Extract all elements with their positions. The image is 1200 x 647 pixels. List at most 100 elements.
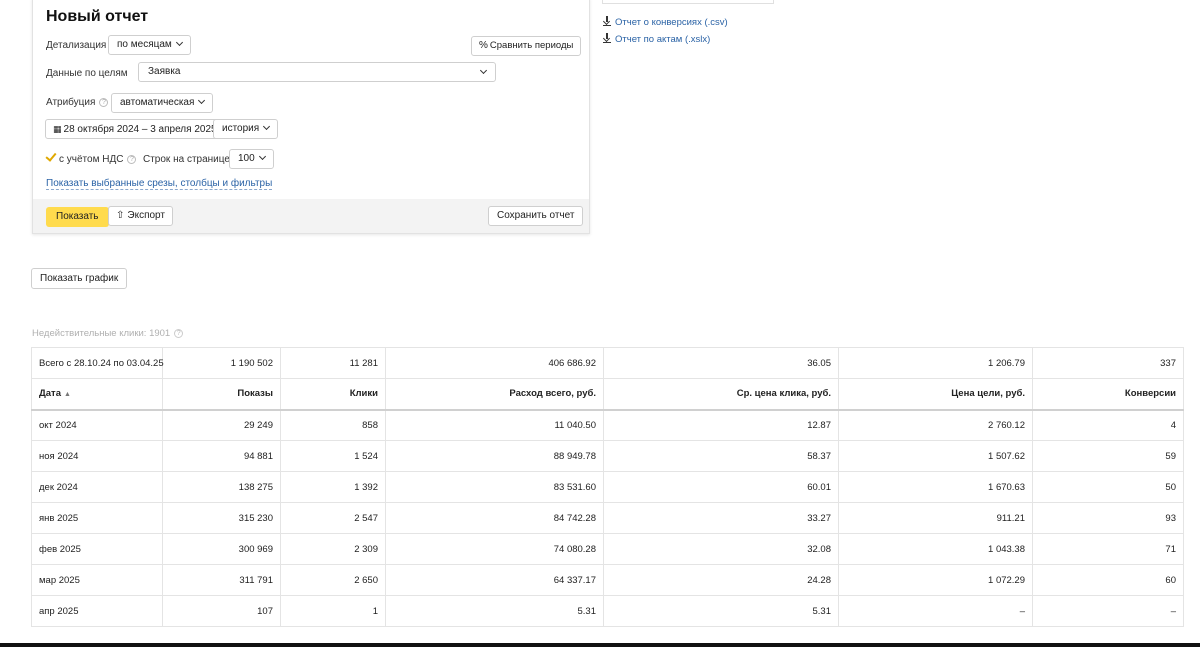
question-circle-icon[interactable]: ? — [127, 155, 137, 164]
table-cell[interactable]: Цена цели, руб. — [838, 378, 1033, 411]
table-cell: апр 2025 — [31, 595, 163, 627]
rows-per-page-value: 100 — [238, 153, 255, 164]
goals-select[interactable]: Заявка — [138, 62, 496, 82]
table-cell: 406 686.92 — [385, 347, 604, 379]
download-conversions-csv[interactable]: Отчет о конверсиях (.csv) — [603, 16, 728, 28]
table-cell: 2 547 — [280, 502, 386, 534]
table-cell: 5.31 — [603, 595, 839, 627]
table-row: мар 2025 311 791 2 650 64 337.17 24.28 1 072.… — [31, 564, 1184, 596]
table-cell: 64 337.17 — [385, 564, 604, 596]
vat-label-text: с учётом НДС — [59, 154, 124, 165]
rows-per-page-label: Строк на странице — [143, 154, 230, 165]
show-button[interactable]: Показать — [46, 207, 109, 227]
compare-periods-label: Сравнить периоды — [489, 40, 574, 51]
table-cell: 33.27 — [603, 502, 839, 534]
attribution-select-value: автоматическая — [120, 97, 195, 108]
table-cell: 11 040.50 — [385, 409, 604, 441]
table-cell: 1 — [280, 595, 386, 627]
table-row: фев 2025 300 969 2 309 74 080.28 32.08 1 043.… — [31, 533, 1184, 565]
table-cell[interactable]: Клики — [280, 378, 386, 411]
table-cell: 93 — [1032, 502, 1184, 534]
attribution-select[interactable]: автоматическая — [111, 93, 214, 113]
table-cell: Всего с 28.10.24 по 03.04.25 — [31, 347, 164, 379]
totals-row: Всего с 28.10.24 по 03.04.25 1 190 502 11 … — [31, 347, 1184, 379]
table-cell: 12.87 — [603, 409, 839, 441]
chevron-down-icon — [479, 66, 488, 75]
table-cell: 337 — [1032, 347, 1184, 379]
table-cell: 29 249 — [162, 409, 281, 441]
vat-label: с учётом НДС? — [59, 154, 137, 165]
question-circle-icon[interactable]: ? — [174, 329, 184, 338]
table-cell: 311 791 — [162, 564, 281, 596]
date-range-picker[interactable]: ▦ 28 октября 2024 – 3 апреля 2025 — [45, 119, 225, 139]
table-cell: 138 275 — [162, 471, 281, 503]
table-cell: 83 531.60 — [385, 471, 604, 503]
compare-icon: % — [479, 40, 488, 51]
table-cell: 2 309 — [280, 533, 386, 565]
table-cell: 5.31 — [385, 595, 604, 627]
chevron-down-icon — [175, 38, 183, 47]
table-row: ноя 2024 94 881 1 524 88 949.78 58.37 1 507.6… — [31, 440, 1184, 472]
table-cell: – — [1032, 595, 1184, 627]
table-cell: 300 969 — [162, 533, 281, 565]
attribution-label: Атрибуция? — [46, 97, 109, 108]
table-cell: 911.21 — [838, 502, 1033, 534]
table-cell: 315 230 — [162, 502, 281, 534]
table-cell[interactable]: Расход всего, руб. — [385, 378, 604, 411]
bottom-edge — [0, 643, 1200, 647]
chevron-down-icon — [258, 152, 266, 161]
save-report-button[interactable]: Сохранить отчет — [488, 206, 584, 226]
table-row: янв 2025 315 230 2 547 84 742.28 33.27 911.21… — [31, 502, 1184, 534]
table-cell: 858 — [280, 409, 386, 441]
table-cell[interactable]: Конверсии — [1032, 378, 1184, 411]
export-button[interactable]: ⇧ Экспорт — [108, 206, 173, 226]
table-cell: 4 — [1032, 409, 1184, 441]
download-conversions-label: Отчет о конверсиях (.csv) — [615, 17, 728, 28]
table-cell[interactable]: Показы — [162, 378, 281, 411]
sort-ascending-icon: ▲ — [64, 391, 71, 399]
table-cell: 1 072.29 — [838, 564, 1033, 596]
download-icon — [603, 33, 611, 43]
invalid-clicks-text: Недействительные клики: 1901 — [32, 328, 171, 339]
detail-select[interactable]: по месяцам — [108, 35, 191, 55]
table-cell: 1 190 502 — [162, 347, 281, 379]
table-cell: янв 2025 — [31, 502, 163, 534]
table-row: апр 2025 107 1 5.31 5.31– – — [31, 595, 1184, 627]
download-acts-xlsx[interactable]: Отчет по актам (.xslx) — [603, 33, 710, 45]
table-cell[interactable]: Дата ▲ — [31, 378, 163, 411]
history-select[interactable]: история — [213, 119, 279, 139]
table-cell: 2 760.12 — [838, 409, 1033, 441]
table-cell: 50 — [1032, 471, 1184, 503]
show-filters-link[interactable]: Показать выбранные срезы, столбцы и филь… — [46, 178, 273, 190]
table-cell: 2 650 — [280, 564, 386, 596]
table-cell: 32.08 — [603, 533, 839, 565]
table-cell: 36.05 — [603, 347, 839, 379]
table-cell: 58.37 — [603, 440, 839, 472]
table-row: окт 2024 29 249 858 11 040.50 12.87 2 760.12 4 — [31, 409, 1184, 441]
compare-periods-button[interactable]: % Сравнить периоды — [471, 36, 582, 56]
question-circle-icon[interactable]: ? — [99, 98, 109, 107]
table-cell: 1 043.38 — [838, 533, 1033, 565]
table-cell: ноя 2024 — [31, 440, 163, 472]
table-cell: 60 — [1032, 564, 1184, 596]
rows-per-page-select[interactable]: 100 — [229, 149, 274, 169]
download-acts-label: Отчет по актам (.xslx) — [615, 34, 711, 45]
table-cell: 107 — [162, 595, 281, 627]
chevron-down-icon — [198, 96, 206, 105]
panel-footer: Показать ⇧ Экспорт Сохранить отчет — [33, 199, 589, 233]
vat-checkbox[interactable] — [46, 152, 56, 162]
page-title: Новый отчет — [46, 8, 149, 25]
chevron-down-icon — [263, 122, 271, 131]
calendar-icon: ▦ — [53, 124, 62, 134]
table-cell: 11 281 — [280, 347, 386, 379]
table-cell: мар 2025 — [31, 564, 163, 596]
table-cell: дек 2024 — [31, 471, 163, 503]
table-cell: 1 392 — [280, 471, 386, 503]
attribution-label-text: Атрибуция — [46, 97, 96, 108]
goals-label: Данные по целям — [46, 68, 128, 79]
table-cell[interactable]: Ср. цена клика, руб. — [603, 378, 839, 411]
table-row: дек 2024 138 275 1 392 83 531.60 60.01 1 670.… — [31, 471, 1184, 503]
show-chart-button[interactable]: Показать график — [31, 268, 128, 289]
table-cell: 94 881 — [162, 440, 281, 472]
table-cell: 1 507.62 — [838, 440, 1033, 472]
